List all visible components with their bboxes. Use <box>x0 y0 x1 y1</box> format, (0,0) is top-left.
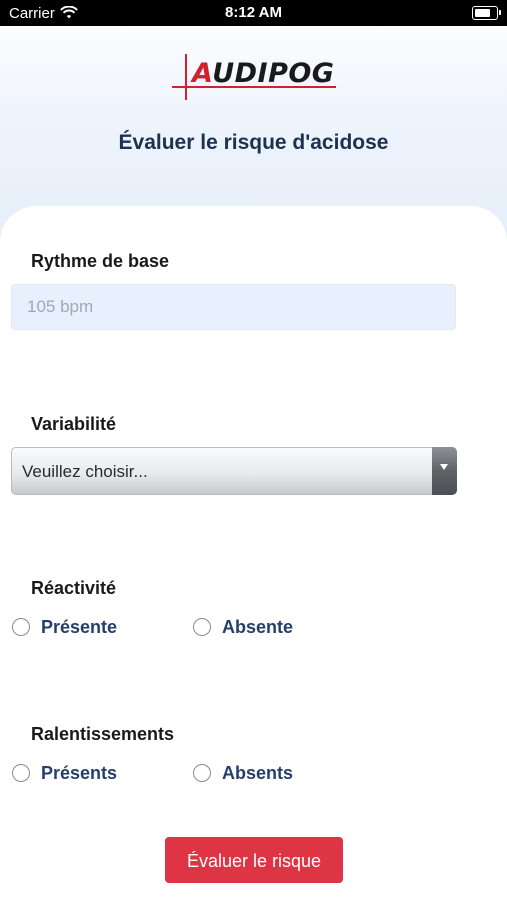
status-bar: Carrier 8:12 AM <box>0 0 507 26</box>
decelerations-label: Ralentissements <box>31 724 175 744</box>
variability-select[interactable]: Veuillez choisir... <box>11 447 457 495</box>
variability-selected-value: Veuillez choisir... <box>22 462 148 481</box>
reactivity-absente-label[interactable]: Absente <box>222 617 293 638</box>
evaluate-risk-button[interactable]: Évaluer le risque <box>165 837 343 883</box>
page-title: Évaluer le risque d'acidose <box>118 131 389 154</box>
reactivity-presente-radio[interactable] <box>12 618 30 636</box>
baseline-input[interactable] <box>11 284 456 330</box>
logo-wordmark: AUDIPOG <box>192 58 335 89</box>
reactivity-presente-label[interactable]: Présente <box>41 617 117 638</box>
battery-fill <box>474 8 490 17</box>
decelerations-absents-label[interactable]: Absents <box>222 763 293 784</box>
decelerations-absents-radio[interactable] <box>193 764 211 782</box>
reactivity-absente-radio[interactable] <box>193 618 211 636</box>
variability-label: Variabilité <box>31 414 117 434</box>
battery-icon <box>472 6 501 20</box>
decelerations-presents-label[interactable]: Présents <box>41 763 117 784</box>
audipog-logo: AUDIPOG <box>172 54 338 102</box>
clock-time: 8:12 AM <box>225 4 282 21</box>
dropdown-arrow-icon <box>432 447 457 495</box>
baseline-label: Rythme de base <box>31 251 170 271</box>
decelerations-presents-radio[interactable] <box>12 764 30 782</box>
logo-vertical-line <box>185 54 187 100</box>
reactivity-label: Réactivité <box>31 578 117 598</box>
